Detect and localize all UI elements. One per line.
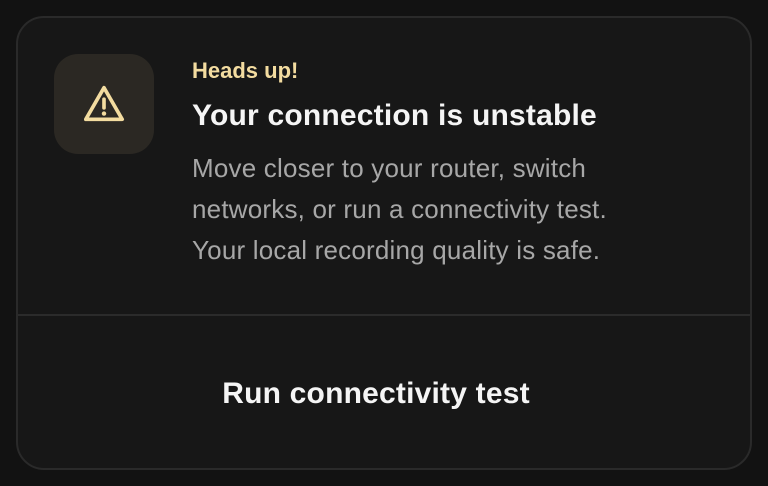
- alert-body-line-1: Move closer to your router, switch: [192, 153, 587, 183]
- connection-alert-card: Heads up! Your connection is unstable Mo…: [16, 16, 752, 470]
- run-connectivity-test-button[interactable]: Run connectivity test: [18, 316, 750, 468]
- alert-body-line-3: Your local recording quality is safe.: [192, 235, 601, 265]
- alert-text: Heads up! Your connection is unstable Mo…: [192, 56, 732, 271]
- alert-body-line-2: networks, or run a connectivity test.: [192, 194, 607, 224]
- warning-icon-tile: [54, 54, 154, 154]
- alert-title: Your connection is unstable: [192, 99, 597, 132]
- run-connectivity-test-label: Run connectivity test: [222, 377, 530, 410]
- alert-body: Move closer to your router, switch netwo…: [192, 148, 732, 271]
- alert-eyebrow: Heads up!: [192, 58, 299, 83]
- warning-triangle-icon: [83, 85, 125, 122]
- alert-content: Heads up! Your connection is unstable Mo…: [18, 18, 750, 316]
